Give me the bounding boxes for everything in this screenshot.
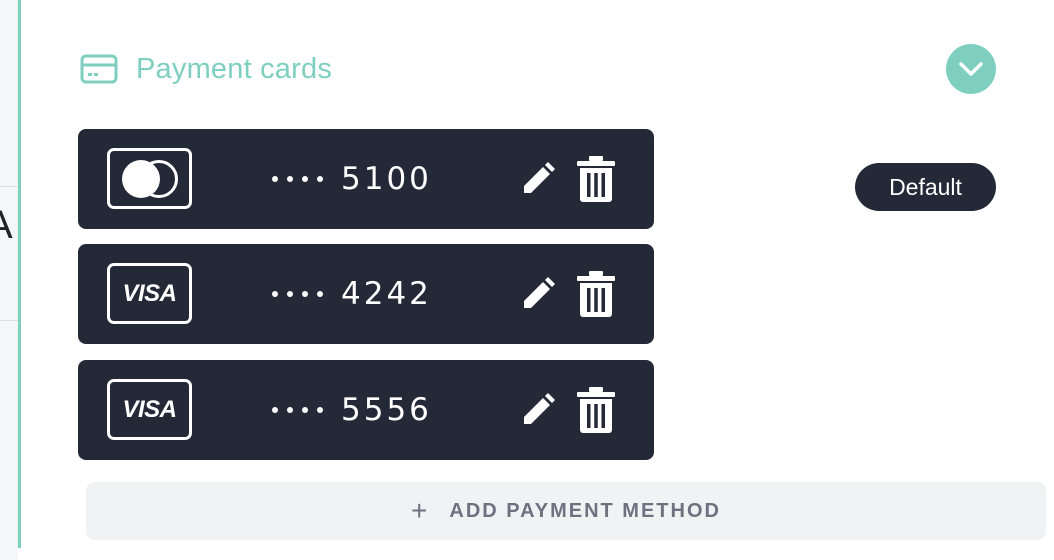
visa-icon: VISA bbox=[107, 379, 192, 440]
divider bbox=[0, 186, 18, 187]
card-last4: 5556 bbox=[341, 392, 432, 428]
default-badge: Default bbox=[855, 163, 996, 211]
mastercard-icon bbox=[107, 148, 192, 209]
divider bbox=[0, 320, 18, 321]
payment-card-row[interactable]: VISA 4242 bbox=[78, 244, 654, 344]
card-last4: 4242 bbox=[341, 276, 432, 312]
add-payment-method-label: ADD PAYMENT METHOD bbox=[449, 499, 721, 522]
edit-card-button[interactable] bbox=[520, 392, 556, 428]
payment-card-row[interactable]: VISA 5556 bbox=[78, 360, 654, 460]
edit-card-button[interactable] bbox=[520, 161, 556, 197]
visa-icon: VISA bbox=[107, 263, 192, 324]
brand-label: VISA bbox=[122, 395, 177, 423]
credit-card-icon bbox=[80, 54, 118, 84]
clipped-text: A bbox=[0, 205, 13, 245]
edit-card-button[interactable] bbox=[520, 276, 556, 312]
card-number: 5100 bbox=[272, 159, 432, 199]
masked-digits bbox=[272, 176, 323, 182]
chevron-down-icon bbox=[959, 62, 983, 76]
section-title: Payment cards bbox=[136, 52, 333, 85]
adjacent-panel-edge: A bbox=[0, 0, 18, 560]
section-accent-rule bbox=[18, 0, 21, 548]
add-payment-method-button[interactable]: + ADD PAYMENT METHOD bbox=[86, 482, 1046, 540]
section-header: Payment cards bbox=[80, 44, 332, 94]
payment-card-row[interactable]: 5100 bbox=[78, 129, 654, 229]
delete-card-button[interactable] bbox=[576, 386, 616, 434]
masked-digits bbox=[272, 291, 323, 297]
card-number: 5556 bbox=[272, 390, 432, 430]
brand-label: VISA bbox=[122, 279, 177, 307]
masked-digits bbox=[272, 407, 323, 413]
plus-icon: + bbox=[411, 495, 428, 526]
delete-card-button[interactable] bbox=[576, 155, 616, 203]
card-last4: 5100 bbox=[341, 161, 432, 197]
payment-settings-page: A Payment cards 5100 bbox=[0, 0, 1054, 560]
collapse-toggle-button[interactable] bbox=[946, 44, 996, 94]
delete-card-button[interactable] bbox=[576, 270, 616, 318]
card-number: 4242 bbox=[272, 274, 432, 314]
